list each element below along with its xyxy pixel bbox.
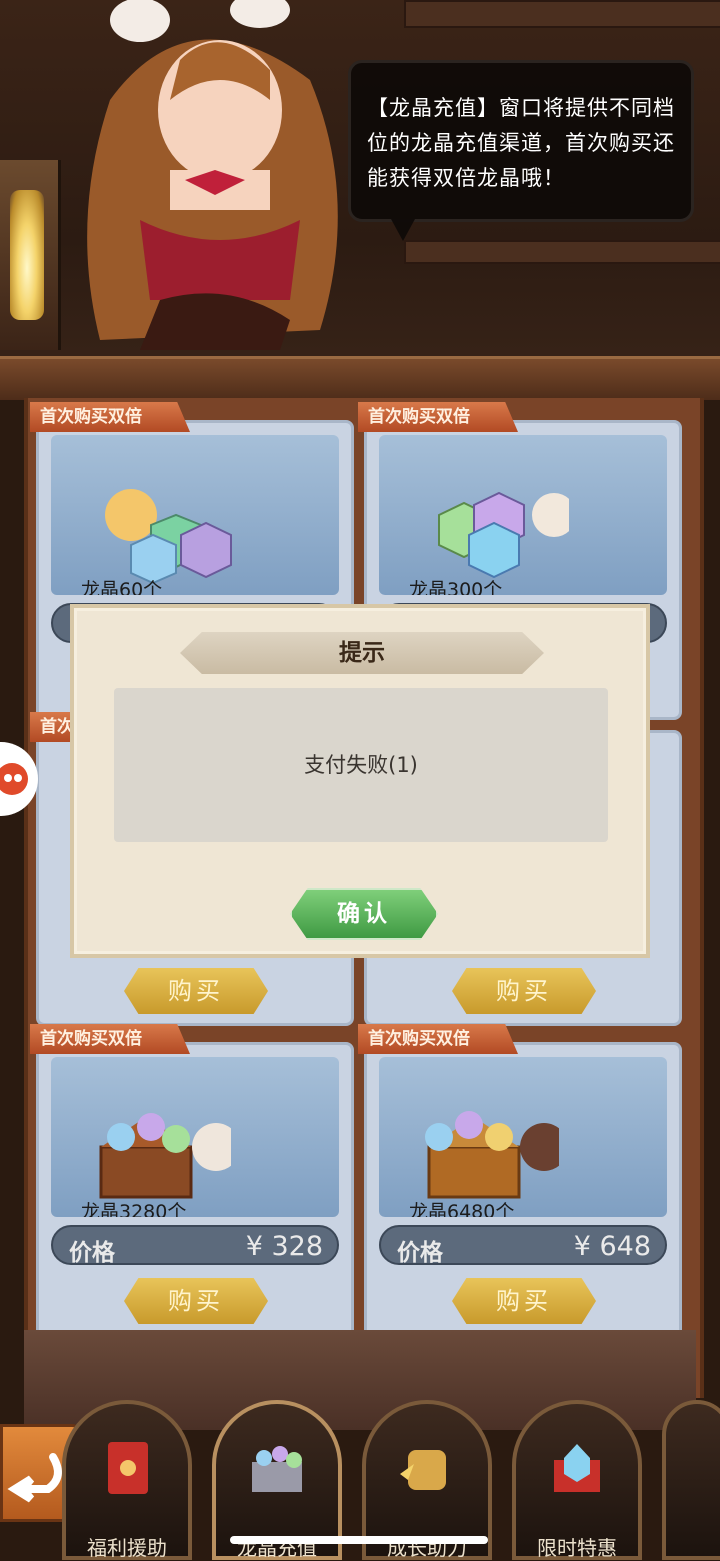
red-envelope-icon <box>108 1442 148 1494</box>
fist-icon <box>400 1450 446 1490</box>
product-art: 龙晶300个 <box>379 435 667 595</box>
buy-button[interactable]: 购买 <box>124 968 268 1014</box>
bottom-tab-bar: 福利援助 龙晶充值 成长助力 限时特惠 <box>0 1380 720 1560</box>
price-label: 价格 <box>69 1240 115 1266</box>
product-art: 龙晶3280个 <box>51 1057 339 1217</box>
treasure-chest-icon <box>425 1111 559 1199</box>
alert-dialog: 提示 支付失败(1) 确认 <box>70 604 650 958</box>
price-bar: 价格 ¥ 328 <box>51 1225 339 1266</box>
tab-label: 限时特惠 <box>537 1536 617 1560</box>
first-purchase-ribbon: 首次购买双倍 <box>358 402 518 432</box>
treasure-chest-icon <box>252 1446 302 1492</box>
dragon-crystal-icon <box>438 491 569 579</box>
tab-label: 福利援助 <box>87 1536 167 1560</box>
product-art: 龙晶60个 <box>51 435 339 595</box>
fox-icon <box>0 763 28 795</box>
floating-assistant-button[interactable] <box>0 742 38 816</box>
product-art: 龙晶6480个 <box>379 1057 667 1217</box>
product-quantity: 龙晶3280个 <box>81 1201 187 1217</box>
gift-box-icon <box>554 1444 600 1492</box>
buy-button[interactable]: 购买 <box>124 1278 268 1324</box>
confirm-button[interactable]: 确认 <box>290 888 438 940</box>
dragon-crystal-icon <box>105 489 232 585</box>
price-value: ¥ 328 <box>245 1231 323 1262</box>
dialog-message: 支付失败(1) <box>114 688 608 842</box>
price-label: 价格 <box>397 1240 443 1266</box>
buy-button[interactable]: 购买 <box>452 1278 596 1324</box>
tab-more[interactable] <box>662 1400 720 1560</box>
shelf <box>404 240 720 264</box>
lamp-icon <box>0 160 61 350</box>
first-purchase-ribbon: 首次购买双倍 <box>358 1024 518 1054</box>
shelf <box>404 0 720 28</box>
first-purchase-ribbon: 首次购买双倍 <box>30 1024 190 1054</box>
product-quantity: 龙晶60个 <box>81 579 163 595</box>
price-value: ¥ 648 <box>573 1231 651 1262</box>
treasure-chest-icon <box>99 1113 231 1199</box>
counter-top <box>0 356 720 400</box>
product-quantity: 龙晶6480个 <box>409 1201 515 1217</box>
tab-welfare[interactable]: 福利援助 <box>62 1400 192 1560</box>
product-quantity: 龙晶300个 <box>409 579 503 595</box>
home-indicator <box>230 1536 488 1544</box>
dialog-title: 提示 <box>180 632 544 674</box>
price-bar: 价格 ¥ 648 <box>379 1225 667 1266</box>
first-purchase-ribbon: 首次购买双倍 <box>30 402 190 432</box>
buy-button[interactable]: 购买 <box>452 968 596 1014</box>
speech-bubble: 【龙晶充值】窗口将提供不同档位的龙晶充值渠道，首次购买还能获得双倍龙晶哦！ <box>348 60 694 241</box>
tab-limited-offer[interactable]: 限时特惠 <box>512 1400 642 1560</box>
